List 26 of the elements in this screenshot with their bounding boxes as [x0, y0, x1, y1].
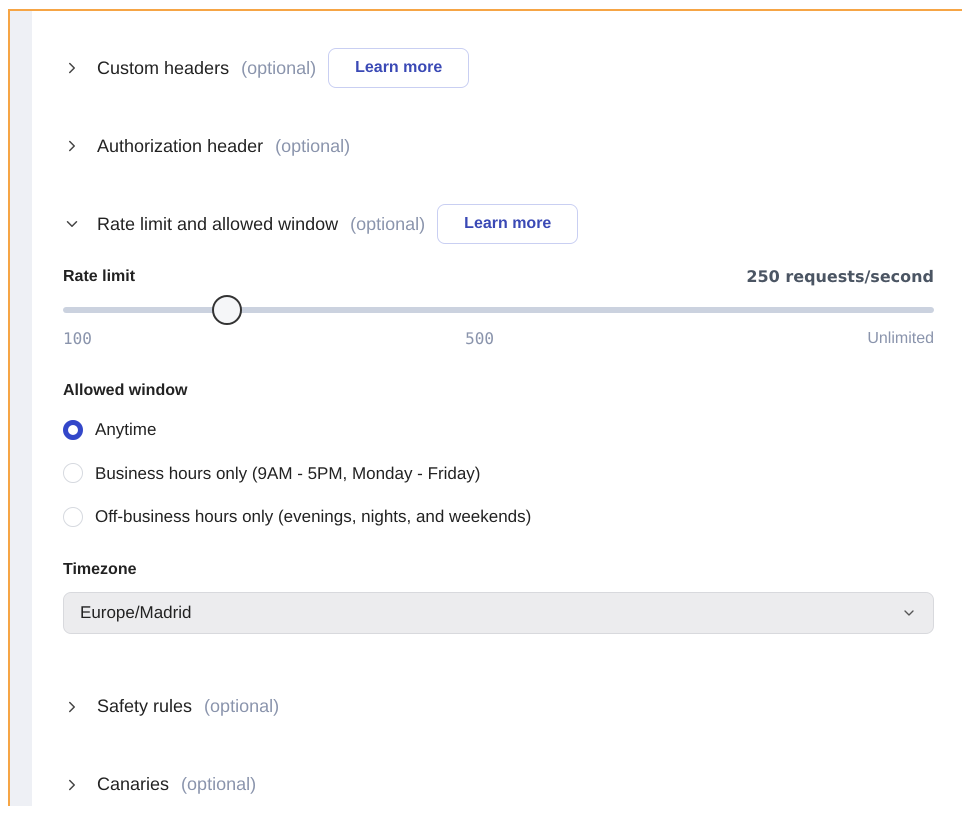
optional-note: (optional): [241, 56, 316, 80]
slider-tick-label: 500: [465, 328, 494, 350]
slider-tick-label: 100: [63, 328, 92, 350]
slider-thumb[interactable]: [212, 295, 242, 325]
learn-more-button[interactable]: Learn more: [328, 48, 470, 88]
learn-more-button[interactable]: Learn more: [437, 204, 578, 244]
timezone-label: Timezone: [63, 560, 138, 580]
rate-limit-label: Rate limit: [63, 267, 136, 287]
section-toggle[interactable]: Safety rules: [63, 693, 192, 720]
section-toggle[interactable]: Rate limit and allowed window: [63, 210, 338, 238]
timezone-select[interactable]: Europe/Madrid: [63, 592, 934, 634]
optional-note: (optional): [204, 695, 280, 718]
allowed-window-label: Allowed window: [63, 381, 188, 401]
rate-slider-track[interactable]: [63, 295, 934, 325]
optional-note: (optional): [181, 773, 256, 796]
section-toggle[interactable]: Canaries: [63, 771, 170, 798]
radio-option[interactable]: Anytime: [63, 417, 934, 442]
radio-option[interactable]: Business hours only (9AM - 5PM, Monday - Friday): [63, 460, 934, 486]
rate-limit-reading: 250 requests/second: [746, 266, 934, 288]
radio-button[interactable]: [63, 420, 83, 440]
slider-tick-label: Unlimited: [867, 329, 934, 349]
optional-note: (optional): [275, 134, 350, 158]
section-toggle[interactable]: Custom headers: [63, 54, 230, 82]
section-toggle[interactable]: Authorization header: [63, 132, 264, 160]
optional-note: (optional): [350, 212, 426, 236]
radio-option[interactable]: Off-business hours only (evenings, nights, and weekends): [63, 504, 934, 530]
